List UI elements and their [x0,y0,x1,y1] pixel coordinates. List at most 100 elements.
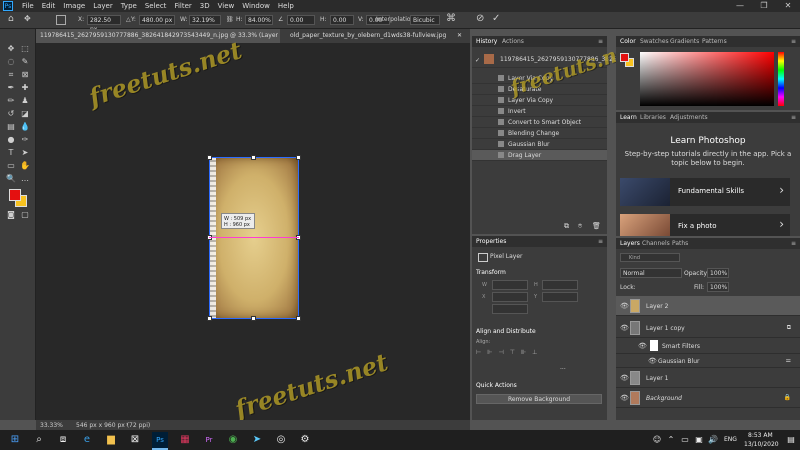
transform-handle[interactable] [296,316,301,321]
tray-battery-icon[interactable]: ▭ [678,433,692,447]
home-icon[interactable]: ⌂ [8,14,14,24]
prop-w-field[interactable] [492,280,528,290]
gaussian-blur-filter-row[interactable]: 👁 Gaussian Blur ⚌ [616,354,800,368]
settings-icon[interactable]: ⚙ [298,433,312,447]
transform-section-title[interactable]: Transform [476,269,506,276]
clock-time[interactable]: 8:53 AM [748,432,773,439]
panel-menu-icon[interactable]: ≡ [598,236,603,247]
pen-tool-icon[interactable]: ✑ [19,135,31,145]
chrome-icon[interactable]: ◉ [226,433,240,447]
blur-tool-icon[interactable]: 💧 [19,122,31,132]
new-snapshot-icon[interactable]: ⧉ [564,222,569,231]
tab-gradients[interactable]: Gradients [670,36,699,47]
align-hcenter-icon[interactable]: ⊩ [487,349,492,356]
menu-edit[interactable]: Edit [38,1,60,11]
trash-icon[interactable]: 🗑 [592,222,601,230]
eye-icon[interactable]: 👁 [620,302,629,310]
tab-patterns[interactable]: Patterns [702,36,727,47]
opacity-field[interactable]: 100% [707,268,729,278]
transform-handle[interactable] [251,155,256,160]
color-foreground-swatch[interactable] [620,53,629,62]
store-icon[interactable]: ⊠ [128,433,142,447]
history-item[interactable]: Convert to Smart Object [472,117,607,128]
premiere-icon[interactable]: Pr [202,433,216,447]
menu-3d[interactable]: 3D [196,1,214,11]
layer-row-layer2[interactable]: 👁 Layer 2 [616,296,800,316]
link-icon[interactable]: △ [126,16,131,23]
menu-view[interactable]: View [214,1,239,11]
shape-tool-icon[interactable]: ▭ [5,161,17,171]
interpolation-select[interactable]: Bicubic [410,15,440,25]
tab-document-active[interactable]: 119786415_2627959130777886_3826418429735… [36,29,280,53]
notification-icon[interactable]: ▤ [784,433,798,447]
history-item-active[interactable]: Drag Layer [472,150,607,161]
tray-person-icon[interactable]: ☺ [650,433,664,447]
menu-file[interactable]: File [18,1,38,11]
canvas-area[interactable]: W : 509 px H : 960 px freetuts.net freet… [36,35,470,424]
filter-options-icon[interactable]: ⚌ [786,357,791,364]
x-field[interactable]: 282.50 px [87,15,121,33]
eye-icon[interactable]: 👁 [638,342,647,350]
layer-row-layer1[interactable]: 👁 Layer 1 [616,368,800,388]
lasso-tool-icon[interactable]: ◌ [5,57,17,67]
clock-date[interactable]: 13/10/2020 [744,441,779,448]
status-menu-icon[interactable]: › [126,421,128,428]
panel-menu-icon[interactable]: ≡ [791,36,796,47]
task-view-icon[interactable]: ⧈ [56,433,70,447]
layer-row-background[interactable]: 👁 Background 🔒 [616,388,800,408]
transform-bounding-box[interactable] [209,157,299,319]
panel-menu-icon[interactable]: ≡ [791,112,796,123]
panel-menu-icon[interactable]: ≡ [791,238,796,249]
tab-channels[interactable]: Channels [642,238,670,249]
zoom-level[interactable]: 33.33% [40,422,63,429]
tab-layers[interactable]: Layers [620,238,640,249]
layer-name[interactable]: Layer 2 [646,303,668,310]
foreground-color-swatch[interactable] [9,189,21,201]
align-bottom-icon[interactable]: ⊥ [532,349,537,356]
commit-transform-icon[interactable]: ✓ [492,13,500,24]
eraser-tool-icon[interactable]: ◪ [19,109,31,119]
hue-slider[interactable] [778,52,784,106]
align-top-icon[interactable]: ⊤ [510,349,515,356]
history-item[interactable]: Invert [472,106,607,117]
tab-properties[interactable]: Properties [476,236,506,247]
tab-color[interactable]: Color [620,36,636,47]
quick-select-icon[interactable]: ✎ [19,57,31,67]
eye-icon[interactable]: 👁 [620,324,629,332]
zoom-tool-icon[interactable]: 🔍 [5,174,17,184]
menu-window[interactable]: Window [238,1,274,11]
dodge-tool-icon[interactable]: ● [5,135,17,145]
more-options-button[interactable]: ... [560,364,566,371]
menu-select[interactable]: Select [141,1,171,11]
tab-libraries[interactable]: Libraries [640,112,666,123]
prop-x-field[interactable] [492,292,528,302]
align-section-title[interactable]: Align and Distribute [476,328,536,335]
layer-row-layer1-copy[interactable]: 👁 Layer 1 copy ⧉ [616,318,800,338]
hskew-field[interactable]: 0.00 [330,15,354,25]
minimize-button[interactable]: — [728,0,752,12]
history-item[interactable]: Blending Change [472,128,607,139]
file-explorer-icon[interactable]: ▆ [104,433,118,447]
move-tool-icon[interactable]: ✥ [24,14,31,23]
transform-handle[interactable] [251,316,256,321]
document-info[interactable]: 546 px x 960 px (72 ppi) [76,422,150,429]
angle-field[interactable]: 0.00 [287,15,315,25]
fill-field[interactable]: 100% [707,282,729,292]
eye-icon[interactable]: 👁 [620,394,629,402]
color-field[interactable] [640,52,774,106]
gradient-tool-icon[interactable]: ▤ [5,122,17,132]
tab-actions[interactable]: Actions [502,36,524,47]
tray-app-icon[interactable]: ▣ [692,433,706,447]
move-tool-icon[interactable]: ✥ [5,44,17,54]
remove-background-button[interactable]: Remove Background [476,394,602,404]
transform-handle[interactable] [207,316,212,321]
steam-icon[interactable]: ◎ [274,433,288,447]
eye-icon[interactable]: 👁 [648,357,657,365]
edge-icon[interactable]: e [80,433,94,447]
more-tools-icon[interactable]: … [19,174,31,184]
search-icon[interactable]: ⌕ [32,433,46,447]
align-vcenter-icon[interactable]: ⊪ [521,349,526,356]
eye-icon[interactable]: 👁 [620,374,629,382]
layer-name[interactable]: Layer 1 [646,375,668,382]
menu-type[interactable]: Type [117,1,141,11]
